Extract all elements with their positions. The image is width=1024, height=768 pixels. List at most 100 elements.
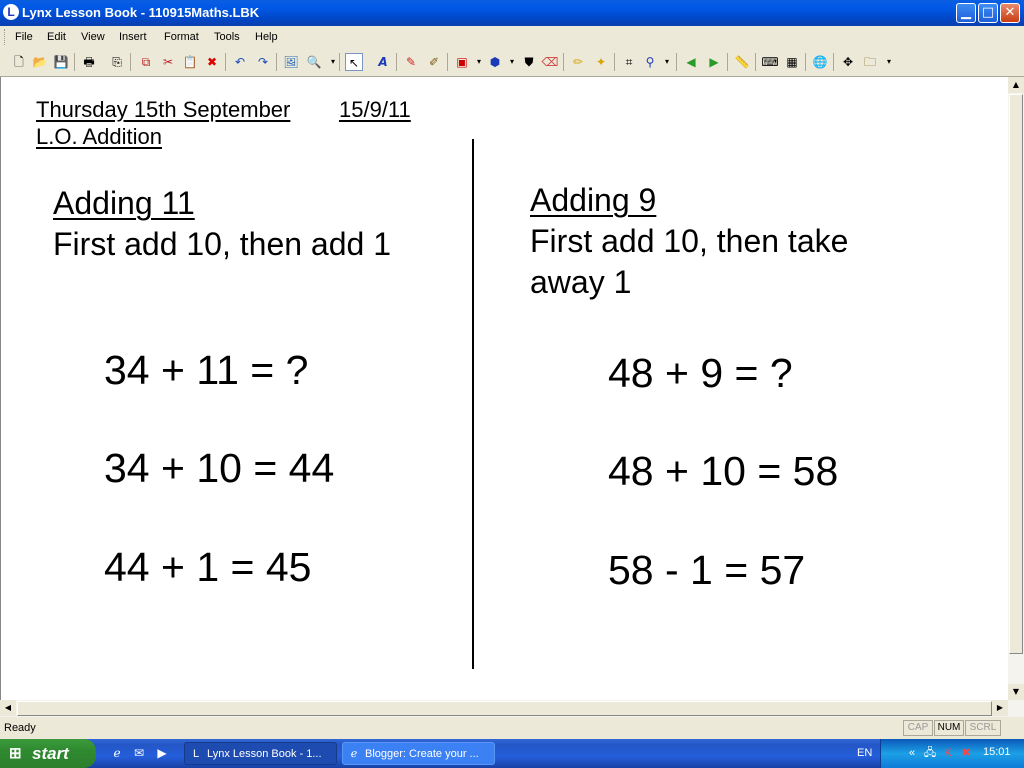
right-equation-3: 58 - 1 = 57 (608, 547, 806, 593)
left-instruction: First add 10, then add 1 (53, 226, 391, 262)
learning-objective: L.O. Addition (36, 124, 162, 149)
task-lynx[interactable]: L Lynx Lesson Book - 1... (184, 742, 337, 765)
delete-icon[interactable]: ✖ (203, 53, 221, 71)
print-icon[interactable]: 🖶 (80, 53, 98, 71)
column-divider (472, 139, 474, 669)
pen-icon[interactable]: ✎ (402, 53, 420, 71)
move-icon[interactable]: ✥ (839, 53, 857, 71)
marker-icon[interactable]: ✏ (569, 53, 587, 71)
horizontal-scrollbar[interactable]: ◀ ▶ (0, 700, 1024, 717)
menu-grip (4, 29, 8, 45)
scroll-down-icon[interactable]: ▼ (1008, 684, 1024, 700)
zoom-icon[interactable]: 🔍 (305, 53, 323, 71)
right-equation-2: 48 + 10 = 58 (608, 448, 839, 494)
tray-close-icon[interactable]: ✖ (959, 746, 973, 760)
windows-flag-icon: ⊞ (9, 745, 22, 762)
vertical-scrollbar[interactable]: ▲ ▼ (1008, 77, 1024, 700)
right-instruction-line-2: away 1 (530, 264, 632, 300)
toolbar: 🗋 📂 💾 🖶 ⎘ ⧉ ✂ 📋 ✖ ↶ ↷ 🖼 🔍 ▾ ↖ A ✎ ✐ ▣ ▾ … (0, 48, 1024, 77)
caps-indicator: CAP (903, 720, 933, 736)
picture-icon[interactable]: 🖼 (282, 53, 300, 71)
menu-file[interactable]: File (15, 31, 33, 43)
left-equation-2: 34 + 10 = 44 (104, 445, 335, 491)
select-icon[interactable]: ↖ (345, 53, 363, 71)
shape-icon[interactable]: ▣ (453, 53, 471, 71)
scroll-up-icon[interactable]: ▲ (1008, 77, 1024, 93)
right-equation-1: 48 + 9 = ? (608, 350, 793, 396)
antivirus-icon[interactable]: K (941, 746, 955, 760)
window-title: Lynx Lesson Book - 110915Maths.LBK (22, 5, 260, 20)
date-heading: Thursday 15th September (36, 97, 291, 122)
tray-arrow-icon[interactable]: « (905, 746, 919, 760)
fill-icon[interactable]: ⬢ (486, 53, 504, 71)
menu-help[interactable]: Help (255, 31, 278, 43)
close-button[interactable]: ✕ (1000, 3, 1020, 23)
email-icon[interactable]: ✉ (131, 745, 147, 761)
menu-insert[interactable]: Insert (119, 31, 147, 43)
keyboard-icon[interactable]: ⌨ (761, 53, 779, 71)
highlighter-icon[interactable]: ✐ (425, 53, 443, 71)
left-heading: Adding 11 (53, 185, 195, 221)
language-indicator[interactable]: EN (857, 747, 872, 759)
maximize-icon: □ (981, 5, 995, 20)
paint-icon[interactable]: ⚲ (641, 53, 659, 71)
tools-icon[interactable]: 🗀 (861, 53, 879, 71)
num-indicator: NUM (934, 720, 964, 736)
task-blogger[interactable]: ℯ Blogger: Create your ... (342, 742, 495, 765)
media-player-icon[interactable]: ▶ (154, 745, 170, 761)
menu-bar: File Edit View Insert Format Tools Help (0, 26, 1024, 49)
open-icon[interactable]: 📂 (31, 53, 49, 71)
menu-format[interactable]: Format (164, 31, 199, 43)
right-instruction-line-1: First add 10, then take (530, 223, 849, 259)
cut-icon[interactable]: ✂ (159, 53, 177, 71)
horizontal-scroll-thumb[interactable] (17, 701, 992, 716)
back-icon[interactable]: ◀ (682, 53, 700, 71)
spotlight-icon[interactable]: ✦ (592, 53, 610, 71)
fill-dropdown-icon[interactable]: ▾ (503, 53, 521, 71)
right-heading: Adding 9 (530, 182, 657, 218)
undo-icon[interactable]: ↶ (231, 53, 249, 71)
system-tray: « 🖧 K ✖ 15:01 (880, 739, 1024, 768)
left-equation-3: 44 + 1 = 45 (104, 544, 312, 590)
scroll-lock-indicator: SCRL (965, 720, 1001, 736)
left-equation-1: 34 + 11 = ? (104, 347, 309, 393)
redo-icon[interactable]: ↷ (254, 53, 272, 71)
ie-icon[interactable]: ℯ (109, 745, 125, 761)
menu-edit[interactable]: Edit (47, 31, 66, 43)
lynx-logo-icon: L (192, 748, 200, 760)
new-icon[interactable]: 🗋 (10, 53, 28, 71)
menu-view[interactable]: View (81, 31, 105, 43)
short-date: 15/9/11 (339, 97, 411, 122)
minimize-icon: ▁ (961, 5, 971, 20)
paint-dropdown-icon[interactable]: ▾ (658, 53, 676, 71)
lynx-logo-icon: L (3, 4, 19, 20)
close-icon: ✕ (1004, 5, 1016, 20)
copy-icon[interactable]: ⧉ (137, 53, 155, 71)
crop-icon[interactable]: ⌗ (620, 53, 638, 71)
clock: 15:01 (983, 746, 1011, 758)
start-button[interactable]: ⊞ start (0, 739, 96, 768)
minimize-button[interactable]: ▁ (956, 3, 976, 23)
network-icon[interactable]: 🖧 (923, 746, 937, 760)
scroll-right-icon[interactable]: ▶ (992, 700, 1008, 716)
eraser-icon[interactable]: ⌫ (541, 53, 559, 71)
taskbar: ⊞ start ℯ ✉ ▶ L Lynx Lesson Book - 1... … (0, 739, 1024, 768)
vertical-scroll-thumb[interactable] (1009, 94, 1023, 654)
calculator-icon[interactable]: ▦ (783, 53, 801, 71)
ruler-icon[interactable]: 📏 (733, 53, 751, 71)
status-text: Ready (4, 722, 36, 734)
text-icon[interactable]: A (374, 53, 392, 71)
title-bar[interactable]: L Lynx Lesson Book - 110915Maths.LBK ▁ □… (0, 0, 1024, 26)
scroll-left-icon[interactable]: ◀ (0, 700, 16, 716)
lesson-canvas[interactable]: Thursday 15th September 15/9/11 L.O. Add… (0, 77, 1008, 700)
paste-icon[interactable]: 📋 (181, 53, 199, 71)
maximize-button[interactable]: □ (978, 3, 998, 23)
import-icon[interactable]: ⎘ (108, 53, 126, 71)
bucket-icon[interactable]: ⛊ (520, 53, 538, 71)
status-bar: Ready CAP NUM SCRL (0, 717, 1024, 739)
globe-icon[interactable]: 🌐 (811, 53, 829, 71)
save-icon[interactable]: 💾 (52, 53, 70, 71)
menu-tools[interactable]: Tools (214, 31, 240, 43)
tools-dropdown-icon[interactable]: ▾ (880, 53, 898, 71)
forward-icon[interactable]: ▶ (705, 53, 723, 71)
